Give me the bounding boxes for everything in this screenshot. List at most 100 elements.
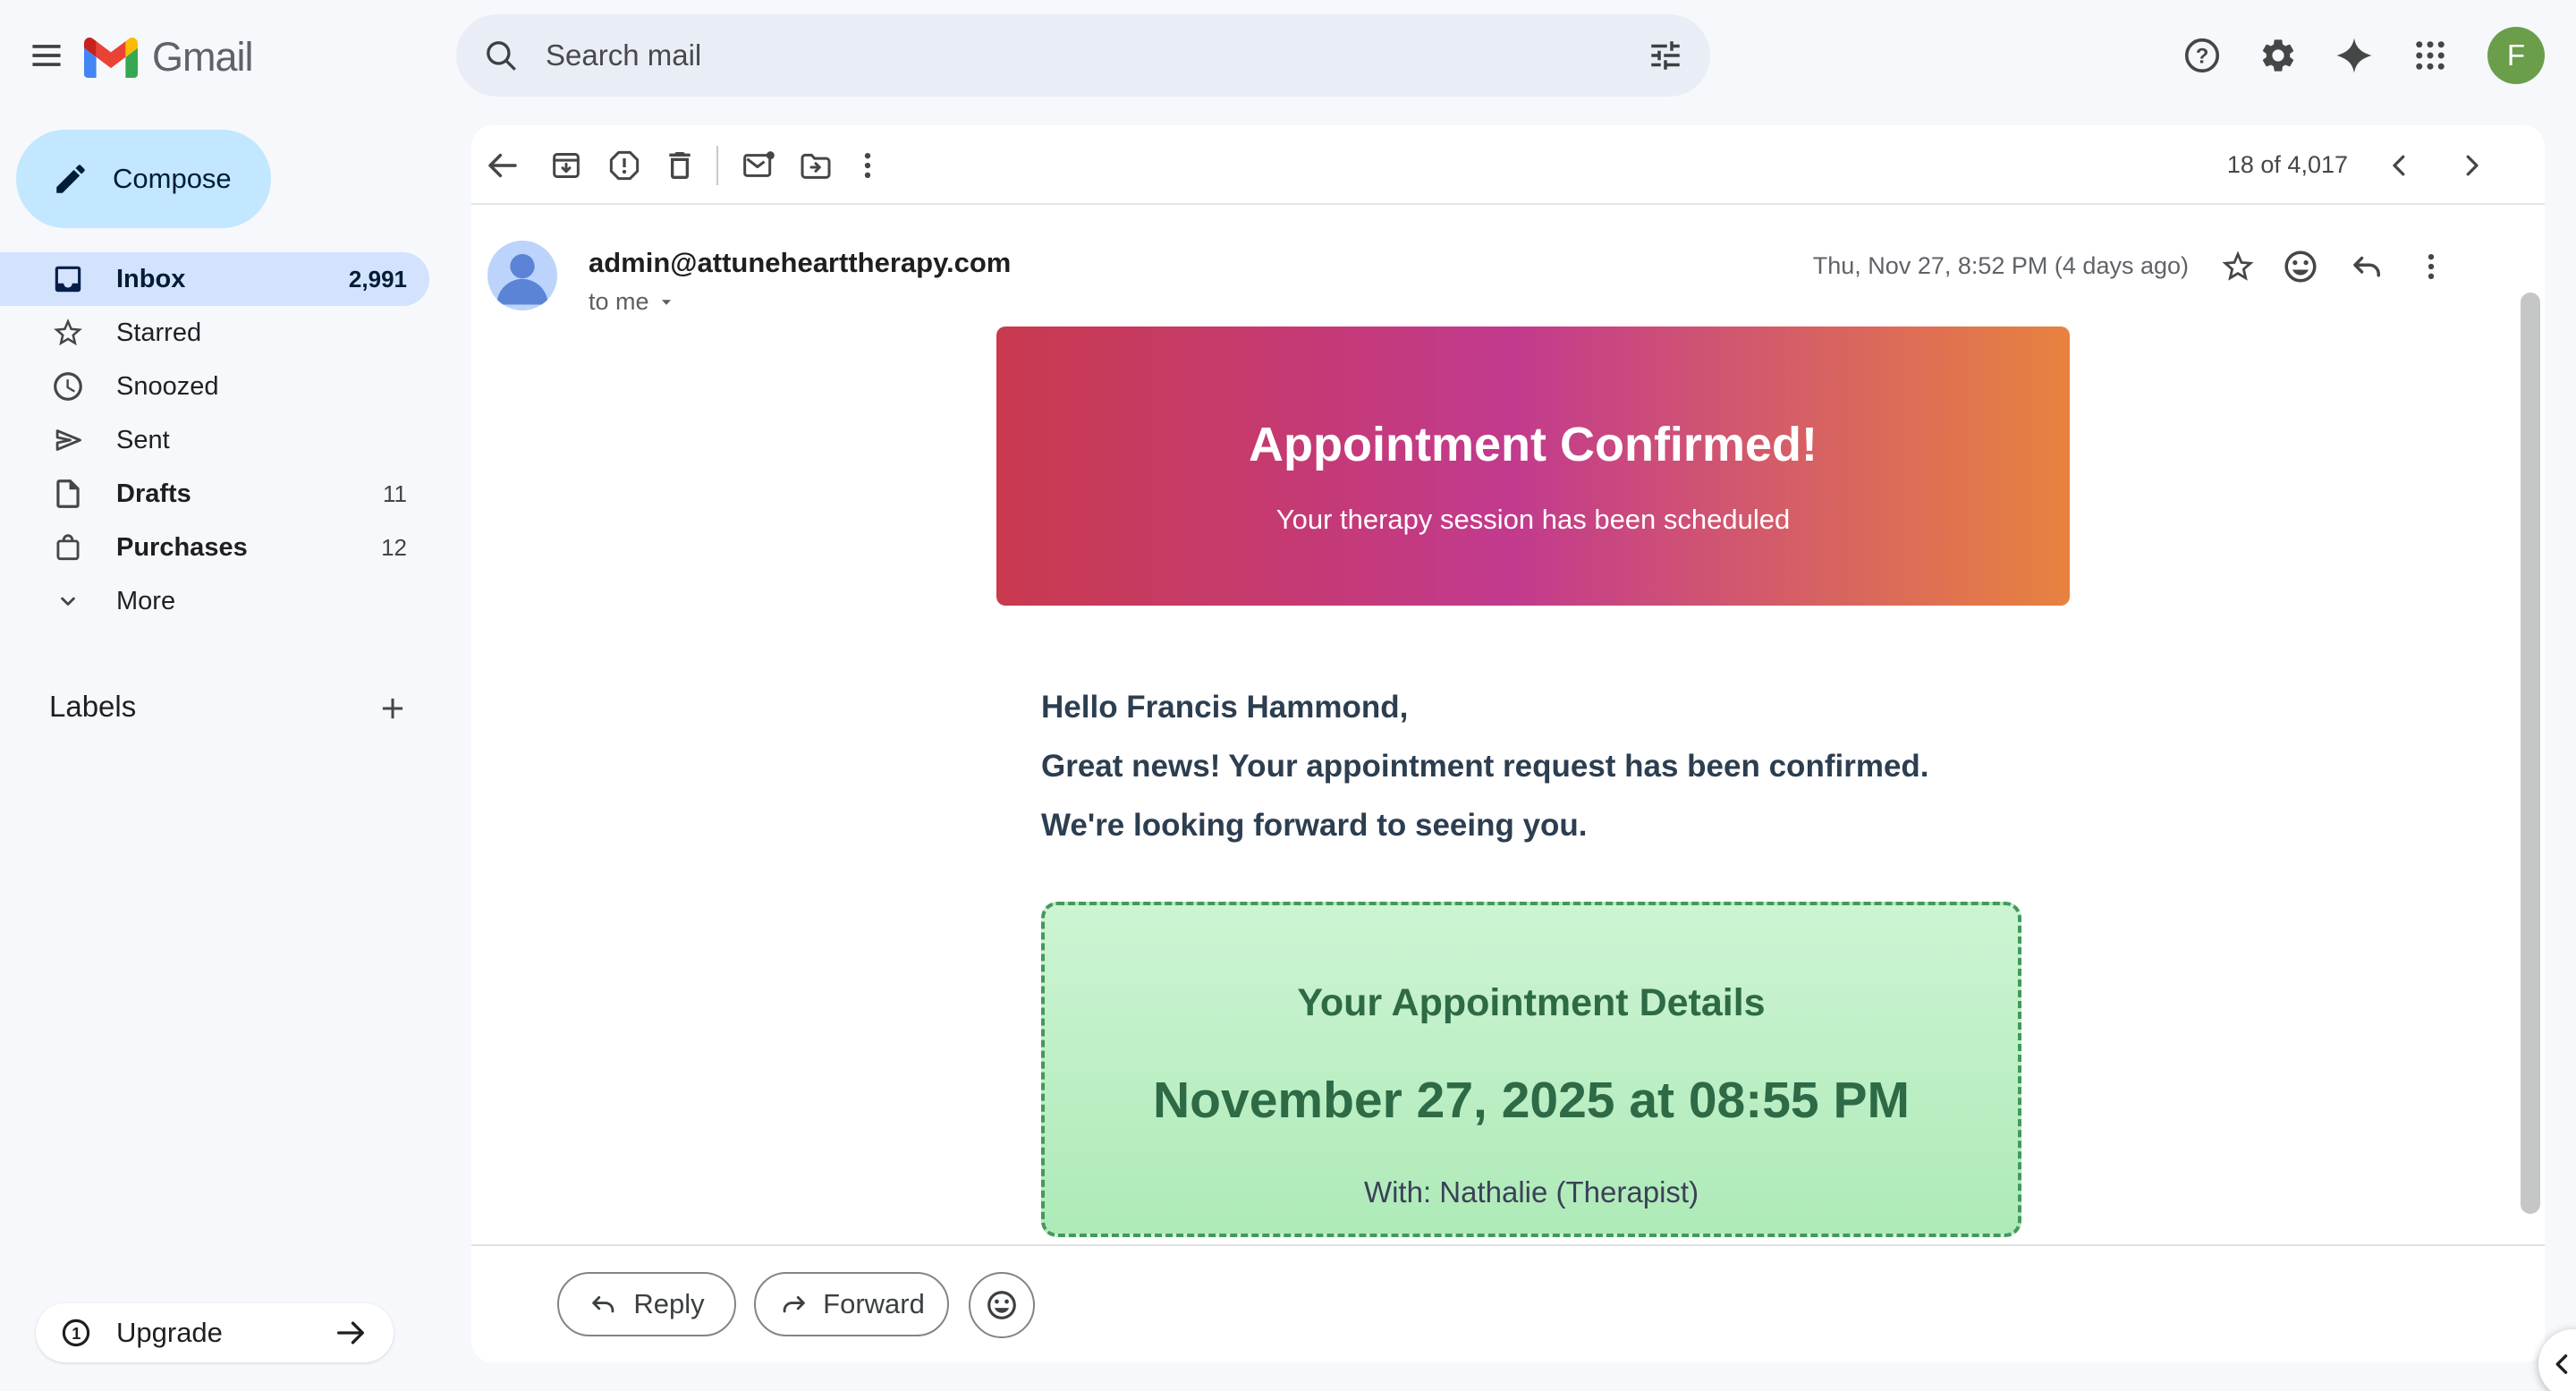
reply-label: Reply	[633, 1288, 704, 1320]
sidebar-item-snoozed[interactable]: Snoozed	[0, 360, 429, 413]
help-button[interactable]: ?	[2177, 30, 2227, 81]
email-banner: Appointment Confirmed! Your therapy sess…	[996, 327, 2070, 606]
person-icon	[487, 241, 557, 310]
emoji-reaction-button[interactable]	[2275, 242, 2326, 292]
settings-button[interactable]	[2253, 30, 2303, 81]
pagination-status: 18 of 4,017	[2227, 125, 2348, 204]
chevron-down-icon	[50, 583, 86, 619]
compose-label: Compose	[113, 163, 232, 195]
star-button[interactable]	[2213, 242, 2263, 292]
prev-icon	[2384, 149, 2416, 182]
details-caret-icon[interactable]	[658, 294, 674, 310]
archive-button[interactable]	[541, 140, 591, 191]
purchases-icon	[50, 530, 86, 565]
labels-header: Labels	[49, 680, 136, 734]
drafts-icon	[50, 476, 86, 512]
apps-button[interactable]	[2405, 30, 2455, 81]
details-title: Your Appointment Details	[1045, 981, 2018, 1025]
gemini-sparkle-icon	[2334, 35, 2375, 76]
sidebar-item-label: Drafts	[116, 479, 191, 509]
sidebar-item-count: 12	[381, 534, 407, 562]
gear-icon	[2258, 36, 2298, 75]
back-button[interactable]	[478, 140, 528, 191]
sidebar-item-starred[interactable]: Starred	[0, 306, 429, 360]
appointment-details-box: Your Appointment Details November 27, 20…	[1041, 902, 2021, 1237]
banner-subtitle: Your therapy session has been scheduled	[996, 504, 2070, 536]
message-date: Thu, Nov 27, 8:52 PM (4 days ago)	[1813, 252, 2189, 280]
report-spam-icon	[606, 148, 642, 183]
forward-icon	[778, 1289, 809, 1319]
search-input[interactable]	[546, 38, 1621, 72]
reply-icon	[589, 1289, 619, 1319]
sidebar-item-label: Snoozed	[116, 372, 219, 402]
search-options-button[interactable]	[1621, 14, 1710, 97]
banner-title: Appointment Confirmed!	[996, 417, 2070, 472]
profile-initial: F	[2507, 38, 2525, 72]
create-label-button[interactable]	[371, 687, 414, 730]
emoji-icon	[985, 1288, 1019, 1322]
star-icon	[2219, 248, 2257, 285]
mark-unread-button[interactable]	[733, 140, 784, 191]
archive-icon	[548, 148, 584, 183]
search-bar[interactable]	[456, 14, 1710, 97]
more-vert-icon	[2413, 249, 2449, 284]
delete-button[interactable]	[655, 140, 705, 191]
starred-icon	[50, 315, 86, 351]
details-datetime: November 27, 2025 at 08:55 PM	[1045, 1071, 2018, 1130]
upgrade-button[interactable]: 1 Upgrade	[36, 1303, 394, 1362]
arrow-right-icon	[329, 1303, 372, 1362]
newer-button[interactable]	[2375, 140, 2425, 191]
message-more-button[interactable]	[2406, 242, 2456, 292]
toolbar-separator	[471, 203, 2545, 205]
main-menu-button[interactable]	[20, 29, 73, 82]
sidebar-item-inbox[interactable]: Inbox 2,991	[0, 252, 429, 306]
add-reaction-button[interactable]	[969, 1272, 1035, 1338]
tune-icon	[1647, 37, 1684, 74]
message-scrollbar[interactable]	[2521, 293, 2540, 1214]
gmail-m-icon	[84, 38, 138, 78]
sender-email[interactable]: admin@attunehearttherapy.com	[589, 247, 1011, 279]
sender-avatar[interactable]	[487, 241, 557, 310]
sidebar-item-sent[interactable]: Sent	[0, 413, 429, 467]
gmail-logo[interactable]: Gmail	[84, 30, 253, 84]
compose-button[interactable]: Compose	[16, 130, 271, 228]
move-to-icon	[798, 148, 834, 183]
sidebar-item-purchases[interactable]: Purchases 12	[0, 521, 429, 574]
sidebar-item-drafts[interactable]: Drafts 11	[0, 467, 429, 521]
sent-icon	[50, 422, 86, 458]
recipient-row[interactable]: to me	[589, 288, 674, 316]
reply-button[interactable]: Reply	[557, 1272, 736, 1336]
toolbar-more-button[interactable]	[843, 140, 893, 191]
reply-icon-button[interactable]	[2343, 242, 2393, 292]
sidebar-item-label: Purchases	[116, 533, 248, 563]
next-icon	[2455, 149, 2487, 182]
sidebar-item-count: 11	[383, 480, 407, 508]
sidebar-item-label: Inbox	[116, 265, 185, 294]
plus-icon	[376, 691, 410, 725]
mail-view-card: 18 of 4,017 admin@attunehearttherapy.com…	[471, 125, 2545, 1362]
older-button[interactable]	[2446, 140, 2496, 191]
apps-grid-icon	[2411, 37, 2449, 74]
gemini-button[interactable]	[2329, 30, 2379, 81]
gmail-app: Gmail ?	[0, 0, 2576, 1391]
email-line-1: Great news! Your appointment request has…	[1041, 749, 1929, 785]
snoozed-icon	[50, 369, 86, 404]
sidebar-item-more[interactable]: More	[0, 574, 429, 628]
delete-icon	[662, 148, 698, 183]
help-icon: ?	[2182, 35, 2223, 76]
email-greeting: Hello Francis Hammond,	[1041, 690, 1408, 725]
upgrade-label: Upgrade	[116, 1317, 223, 1349]
back-icon	[484, 147, 521, 184]
sidebar-item-label: More	[116, 587, 175, 616]
hamburger-icon	[27, 36, 66, 75]
profile-avatar[interactable]: F	[2487, 27, 2545, 84]
sidebar-item-count: 2,991	[349, 266, 407, 293]
mark-unread-icon	[741, 148, 776, 183]
message-bottom-separator	[471, 1244, 2545, 1246]
email-line-2: We're looking forward to seeing you.	[1041, 808, 1588, 844]
move-to-button[interactable]	[791, 140, 841, 191]
search-icon[interactable]	[456, 14, 546, 97]
forward-button[interactable]: Forward	[754, 1272, 949, 1336]
gmail-wordmark: Gmail	[152, 34, 253, 81]
report-spam-button[interactable]	[599, 140, 649, 191]
